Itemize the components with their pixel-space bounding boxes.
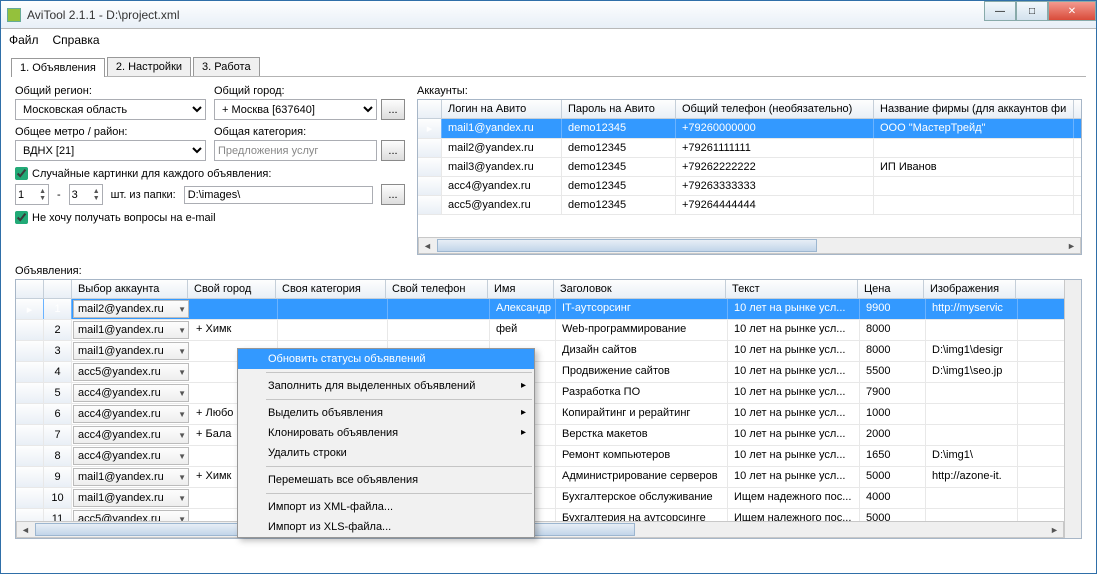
ads-row[interactable]: 4acc5@yandex.ru▼ейПродвижение сайтов10 л…: [16, 362, 1064, 383]
region-label: Общий регион:: [15, 85, 206, 97]
accounts-col-header[interactable]: Логин на Авито: [442, 100, 562, 118]
account-select-cell[interactable]: mail1@yandex.ru▼: [73, 321, 189, 339]
context-menu-item[interactable]: Удалить строки: [238, 443, 534, 463]
context-menu-item[interactable]: Выделить объявления: [238, 403, 534, 423]
accounts-col-header[interactable]: Общий телефон (необязательно): [676, 100, 874, 118]
ads-col-header[interactable]: Своя категория: [276, 280, 386, 298]
menu-help[interactable]: Справка: [53, 33, 100, 47]
menu-file[interactable]: Файл: [9, 33, 39, 47]
ads-grid: Выбор аккаунтаСвой городСвоя категорияСв…: [15, 279, 1082, 539]
ads-col-header[interactable]: Изображения: [924, 280, 1016, 298]
category-label: Общая категория:: [214, 126, 405, 138]
ads-col-header[interactable]: [16, 280, 44, 298]
noemail-checkbox[interactable]: [15, 211, 28, 224]
ads-row[interactable]: 8acc4@yandex.ru▼ийРемонт компьютеров10 л…: [16, 446, 1064, 467]
accounts-hscroll[interactable]: ◄ ►: [418, 237, 1081, 254]
ads-col-header[interactable]: Свой город: [188, 280, 276, 298]
context-menu-item[interactable]: Клонировать объявления: [238, 423, 534, 443]
tab-ads[interactable]: 1. Объявления: [11, 58, 105, 77]
account-select-cell[interactable]: acc4@yandex.ru▼: [73, 384, 189, 402]
app-icon: [7, 8, 21, 22]
account-select-cell[interactable]: acc4@yandex.ru▼: [73, 447, 189, 465]
account-select-cell[interactable]: mail1@yandex.ru▼: [73, 489, 189, 507]
ads-col-header[interactable]: Текст: [726, 280, 858, 298]
folder-input[interactable]: [184, 186, 373, 204]
context-menu-item[interactable]: Заполнить для выделенных объявлений: [238, 376, 534, 396]
ads-row[interactable]: 7acc4@yandex.ru▼+ БалаВерстка макетов10 …: [16, 425, 1064, 446]
tabs: 1. Объявления 2. Настройки 3. Работа: [11, 57, 1086, 77]
account-select-cell[interactable]: mail1@yandex.ru▼: [73, 468, 189, 486]
menubar: Файл Справка: [1, 29, 1096, 51]
accounts-row[interactable]: ▸mail1@yandex.rudemo12345+79260000000ООО…: [418, 119, 1081, 139]
minimize-button[interactable]: —: [984, 1, 1016, 21]
metro-label: Общее метро / район:: [15, 126, 206, 138]
account-select-cell[interactable]: acc5@yandex.ru▼: [73, 363, 189, 381]
close-button[interactable]: ✕: [1048, 1, 1096, 21]
ads-col-header[interactable]: Цена: [858, 280, 924, 298]
pcs-label: шт. из папки:: [111, 189, 176, 201]
maximize-button[interactable]: □: [1016, 1, 1048, 21]
ads-col-header[interactable]: Выбор аккаунта: [72, 280, 188, 298]
region-select[interactable]: Московская область: [15, 99, 206, 120]
account-select-cell[interactable]: acc5@yandex.ru▼: [73, 510, 189, 521]
context-menu-item[interactable]: Импорт из XML-файла...: [238, 497, 534, 517]
window: AviTool 2.1.1 - D:\project.xml — □ ✕ Фай…: [0, 0, 1097, 574]
metro-select[interactable]: ВДНХ [21]: [15, 140, 206, 161]
ads-col-header[interactable]: [44, 280, 72, 298]
noemail-label: Не хочу получать вопросы на e-mail: [32, 212, 216, 224]
ads-row[interactable]: 11acc5@yandex.ru▼запросы на услугиМашаБу…: [16, 509, 1064, 521]
context-menu-item[interactable]: Обновить статусы объявлений: [238, 349, 534, 369]
random-img-checkbox[interactable]: [15, 167, 28, 180]
category-browse-button[interactable]: ...: [381, 140, 405, 161]
ads-hscroll[interactable]: ◄ ►: [16, 521, 1064, 538]
account-select-cell[interactable]: mail1@yandex.ru▼: [73, 342, 189, 360]
context-menu: Обновить статусы объявлений Заполнить для…: [237, 348, 535, 538]
accounts-label: Аккаунты:: [417, 85, 1082, 97]
ads-col-header[interactable]: Свой телефон: [386, 280, 488, 298]
accounts-row[interactable]: acc5@yandex.rudemo12345+79264444444: [418, 196, 1081, 215]
ads-vscroll[interactable]: [1064, 280, 1081, 538]
window-title: AviTool 2.1.1 - D:\project.xml: [27, 8, 180, 22]
ads-label: Объявления:: [15, 265, 1082, 277]
titlebar: AviTool 2.1.1 - D:\project.xml — □ ✕: [1, 1, 1096, 29]
accounts-row[interactable]: acc4@yandex.rudemo12345+79263333333: [418, 177, 1081, 196]
ads-row[interactable]: 3mail1@yandex.ru▼Дизайн сайтов10 лет на …: [16, 341, 1064, 362]
account-select-cell[interactable]: mail2@yandex.ru▼: [73, 300, 189, 318]
ads-row[interactable]: ▸1mail2@yandex.ru▼АлександрIT-аутсорсинг…: [16, 299, 1064, 320]
city-browse-button[interactable]: ...: [381, 99, 405, 120]
folder-browse-button[interactable]: ...: [381, 184, 405, 205]
accounts-col-header[interactable]: Название фирмы (для аккаунтов фи: [874, 100, 1074, 118]
accounts-row[interactable]: mail3@yandex.rudemo12345+79262222222ИП И…: [418, 158, 1081, 177]
account-select-cell[interactable]: acc4@yandex.ru▼: [73, 405, 189, 423]
accounts-grid: Логин на АвитоПароль на АвитоОбщий телеф…: [417, 99, 1082, 255]
tab-work[interactable]: 3. Работа: [193, 57, 260, 76]
ads-row[interactable]: 2mail1@yandex.ru▼+ ХимкфейWeb-программир…: [16, 320, 1064, 341]
context-menu-item[interactable]: Импорт из XLS-файла...: [238, 517, 534, 537]
random-img-label: Случайные картинки для каждого объявлени…: [32, 168, 271, 180]
ads-col-header[interactable]: Заголовок: [554, 280, 726, 298]
accounts-row[interactable]: mail2@yandex.rudemo12345+79261111111: [418, 139, 1081, 158]
context-menu-item[interactable]: Перемешать все объявления: [238, 470, 534, 490]
img-from-spinner[interactable]: 1▲▼: [15, 184, 49, 205]
city-select[interactable]: + Москва [637640]: [214, 99, 377, 120]
accounts-col-header[interactable]: [418, 100, 442, 118]
ads-row[interactable]: 9mail1@yandex.ru▼+ ХимкАдминистрирование…: [16, 467, 1064, 488]
category-input[interactable]: [214, 140, 377, 161]
img-to-spinner[interactable]: 3▲▼: [69, 184, 103, 205]
tab-settings[interactable]: 2. Настройки: [107, 57, 191, 76]
account-select-cell[interactable]: acc4@yandex.ru▼: [73, 426, 189, 444]
city-label: Общий город:: [214, 85, 405, 97]
ads-row[interactable]: 5acc4@yandex.ru▼пРазработка ПО10 лет на …: [16, 383, 1064, 404]
ads-row[interactable]: 6acc4@yandex.ru▼+ ЛюбоКопирайтинг и рера…: [16, 404, 1064, 425]
accounts-col-header[interactable]: Пароль на Авито: [562, 100, 676, 118]
ads-col-header[interactable]: Имя: [488, 280, 554, 298]
ads-row[interactable]: 10mail1@yandex.ru▼Бухгалтерское обслужив…: [16, 488, 1064, 509]
